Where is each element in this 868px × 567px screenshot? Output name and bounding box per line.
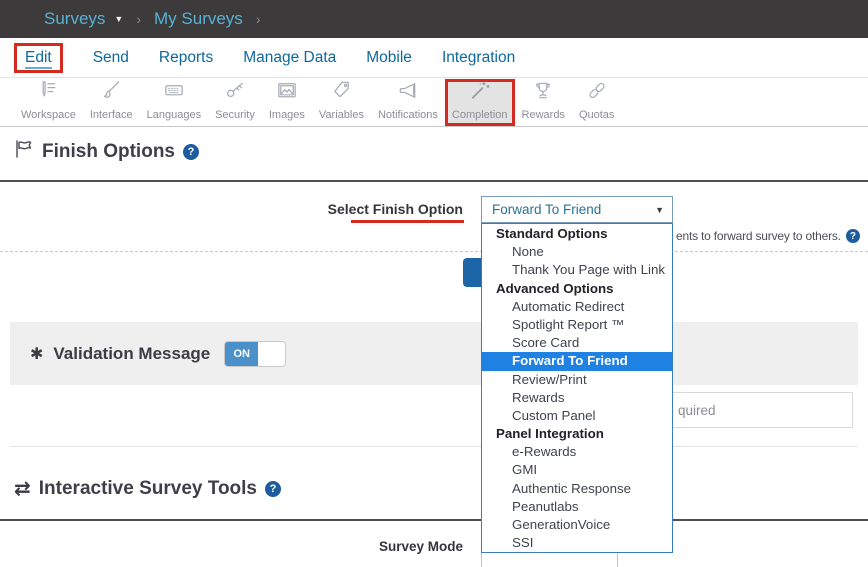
flag-icon	[14, 139, 34, 164]
interactive-tools-title: Interactive Survey Tools	[39, 478, 257, 500]
finish-options-title: Finish Options	[42, 141, 175, 163]
toggle-knob	[258, 342, 285, 366]
help-icon[interactable]: ?	[265, 481, 281, 497]
tag-icon	[329, 79, 353, 107]
asterisk-icon: ✱	[30, 344, 43, 364]
menu-item-mobile[interactable]: Mobile	[366, 49, 412, 67]
breadcrumb-my-surveys[interactable]: My Surveys	[154, 9, 243, 29]
keyboard-icon	[162, 79, 186, 107]
breadcrumb-separator-icon: ›	[136, 11, 141, 27]
dropdown-group-standard-options: Standard Options	[482, 225, 672, 243]
toolbar-item-languages[interactable]: Languages	[140, 79, 208, 126]
dropdown-option-automatic-redirect[interactable]: Automatic Redirect	[482, 298, 672, 316]
toolbar-item-rewards[interactable]: Rewards	[515, 79, 572, 126]
pen-list-icon	[36, 79, 60, 107]
breadcrumb-bar: Surveys ▼ › My Surveys ›	[0, 0, 868, 38]
toolbar-item-images[interactable]: Images	[262, 79, 312, 126]
toolbar-item-security[interactable]: Security	[208, 79, 262, 126]
annotation-red-underline	[351, 220, 464, 223]
help-icon[interactable]: ?	[183, 144, 199, 160]
survey-mode-input[interactable]	[481, 551, 618, 567]
select-value: Forward To Friend	[492, 202, 601, 217]
select-arrow-icon: ▼	[655, 205, 664, 215]
toggle-on-label: ON	[225, 342, 258, 366]
survey-mode-label: Survey Mode	[263, 539, 463, 554]
chain-links-icon	[585, 79, 609, 107]
breadcrumb-surveys[interactable]: Surveys	[44, 9, 105, 29]
dropdown-option-spotlight-report[interactable]: Spotlight Report ™	[482, 316, 672, 334]
message-text-value: quired	[678, 403, 716, 418]
key-icon	[223, 79, 247, 107]
dropdown-option-custom-panel[interactable]: Custom Panel	[482, 407, 672, 425]
forward-helper-text: ents to forward survey to others. ?	[676, 229, 860, 243]
brush-icon	[99, 79, 123, 107]
dropdown-option-gmi[interactable]: GMI	[482, 461, 672, 479]
toolbar-item-completion[interactable]: Completion	[445, 79, 515, 126]
finish-option-dropdown-list: Standard Options None Thank You Page wit…	[481, 223, 673, 553]
dropdown-option-generationvoice[interactable]: GenerationVoice	[482, 516, 672, 534]
section-divider	[0, 180, 868, 182]
toolbar-item-variables[interactable]: Variables	[312, 79, 371, 126]
megaphone-icon	[396, 79, 420, 107]
toolbar-item-notifications[interactable]: Notifications	[371, 79, 445, 126]
menu-item-reports[interactable]: Reports	[159, 49, 213, 67]
breadcrumb-separator-icon: ›	[256, 11, 261, 27]
dropdown-group-panel-integration: Panel Integration	[482, 425, 672, 443]
trophy-icon	[531, 79, 555, 107]
menu-item-edit[interactable]: Edit	[14, 43, 63, 73]
dropdown-option-thank-you-page[interactable]: Thank You Page with Link	[482, 261, 672, 279]
menu-item-send[interactable]: Send	[93, 49, 129, 67]
toolbar-item-interface[interactable]: Interface	[83, 79, 140, 126]
interactive-tools-header: ⇄ Interactive Survey Tools ?	[14, 478, 281, 500]
dropdown-option-none[interactable]: None	[482, 243, 672, 261]
validation-message-section: ✱ Validation Message ON	[10, 322, 858, 447]
toolbar-item-workspace[interactable]: Workspace	[14, 79, 83, 126]
select-finish-option-label: Select Finish Option	[263, 201, 463, 217]
dropdown-option-rewards[interactable]: Rewards	[482, 389, 672, 407]
swap-arrows-icon: ⇄	[14, 479, 31, 499]
toolbar-item-quotas[interactable]: Quotas	[572, 79, 621, 126]
validation-message-toggle[interactable]: ON	[224, 341, 286, 367]
dropdown-option-forward-to-friend[interactable]: Forward To Friend	[482, 352, 672, 370]
dropdown-option-ssi[interactable]: SSI	[482, 534, 672, 552]
dropdown-option-peanutlabs[interactable]: Peanutlabs	[482, 498, 672, 516]
dashed-divider	[0, 251, 868, 252]
main-menu: Edit Send Reports Manage Data Mobile Int…	[0, 38, 868, 78]
menu-item-manage-data[interactable]: Manage Data	[243, 49, 336, 67]
menu-item-integration[interactable]: Integration	[442, 49, 515, 67]
picture-icon	[275, 79, 299, 107]
dropdown-group-advanced-options: Advanced Options	[482, 280, 672, 298]
finish-options-header: Finish Options ?	[14, 139, 199, 164]
dropdown-option-e-rewards[interactable]: e-Rewards	[482, 443, 672, 461]
survey-edit-page: Surveys ▼ › My Surveys › Edit Send Repor…	[0, 0, 868, 567]
finish-option-select[interactable]: Forward To Friend ▼	[481, 196, 673, 223]
help-icon[interactable]: ?	[846, 229, 860, 243]
dropdown-option-score-card[interactable]: Score Card	[482, 334, 672, 352]
magic-wand-icon	[468, 79, 492, 107]
dropdown-option-authentic-response[interactable]: Authentic Response	[482, 480, 672, 498]
validation-message-title: Validation Message	[53, 344, 210, 364]
chevron-down-icon[interactable]: ▼	[114, 14, 123, 24]
section-divider	[0, 519, 868, 521]
validation-message-header: ✱ Validation Message ON	[10, 322, 858, 385]
edit-toolbar: Workspace Interface Languages Security I…	[0, 79, 868, 127]
dropdown-option-review-print[interactable]: Review/Print	[482, 371, 672, 389]
